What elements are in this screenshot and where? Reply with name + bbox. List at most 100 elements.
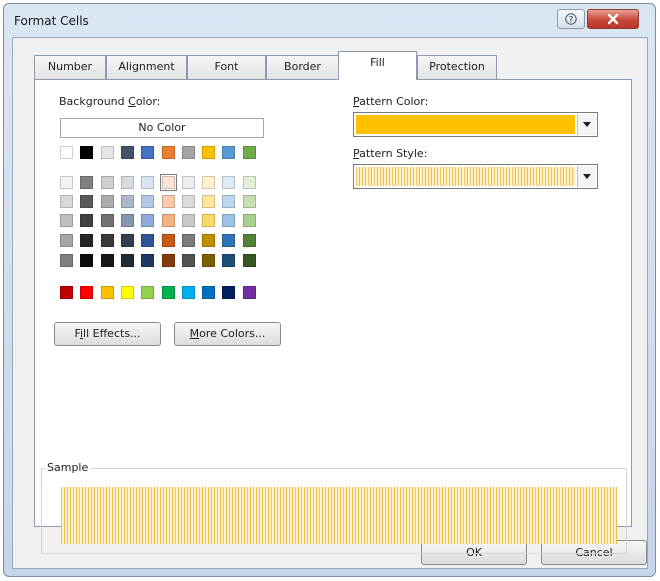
color-swatch-tint1-6[interactable] [160, 174, 177, 191]
color-swatch-tint2-10[interactable] [243, 195, 256, 208]
color-swatch-standard-3[interactable] [101, 286, 114, 299]
pattern-style-label: Pattern Style: [353, 147, 428, 160]
color-swatch-standard-4[interactable] [121, 286, 134, 299]
color-swatch-theme-8[interactable] [202, 146, 215, 159]
dialog-client-area: Number Alignment Font Border Fill Protec… [12, 37, 648, 569]
color-swatch-tint5-3[interactable] [101, 254, 114, 267]
help-button[interactable]: ? [557, 9, 585, 29]
color-swatch-tint2-9[interactable] [222, 195, 235, 208]
close-icon [607, 13, 619, 25]
pattern-color-dropdown-arrow[interactable] [577, 114, 596, 135]
tab-border[interactable]: Border [266, 55, 339, 79]
color-swatch-tint5-5[interactable] [141, 254, 154, 267]
color-swatch-standard-1[interactable] [60, 286, 73, 299]
color-swatch-theme-5[interactable] [141, 146, 154, 159]
color-swatch-tint3-6[interactable] [162, 214, 175, 227]
color-swatch-tint1-5[interactable] [141, 176, 154, 189]
color-swatch-theme-1[interactable] [60, 146, 73, 159]
color-swatch-tint4-10[interactable] [243, 234, 256, 247]
color-swatch-tint5-7[interactable] [182, 254, 195, 267]
color-swatch-standard-8[interactable] [202, 286, 215, 299]
pattern-style-dropdown-arrow[interactable] [577, 166, 596, 187]
color-swatch-theme-2[interactable] [80, 146, 93, 159]
color-swatch-tint1-4[interactable] [121, 176, 134, 189]
color-swatch-tint4-1[interactable] [60, 234, 73, 247]
svg-text:?: ? [569, 16, 574, 26]
color-swatch-standard-9[interactable] [222, 286, 235, 299]
color-swatch-tint3-8[interactable] [202, 214, 215, 227]
pattern-style-dropdown[interactable] [353, 164, 598, 189]
chevron-down-icon [583, 122, 591, 127]
sample-preview [61, 487, 617, 544]
color-swatch-standard-5[interactable] [141, 286, 154, 299]
color-swatch-tint2-1[interactable] [60, 195, 73, 208]
tab-protection[interactable]: Protection [417, 55, 497, 79]
chevron-down-icon [583, 174, 591, 179]
color-swatch-tint2-3[interactable] [101, 195, 114, 208]
pattern-style-swatch [356, 167, 575, 186]
color-swatch-tint3-4[interactable] [121, 214, 134, 227]
color-swatch-tint1-9[interactable] [222, 176, 235, 189]
color-swatch-tint1-7[interactable] [182, 176, 195, 189]
color-swatch-tint2-5[interactable] [141, 195, 154, 208]
color-swatch-tint4-9[interactable] [222, 234, 235, 247]
sample-label: Sample [45, 461, 91, 474]
color-swatch-tint5-9[interactable] [222, 254, 235, 267]
dialog-title: Format Cells [14, 14, 89, 28]
color-swatch-theme-6[interactable] [162, 146, 175, 159]
color-swatch-tint4-2[interactable] [80, 234, 93, 247]
color-swatch-tint1-3[interactable] [101, 176, 114, 189]
color-swatch-tint3-2[interactable] [80, 214, 93, 227]
color-swatch-tint1-8[interactable] [202, 176, 215, 189]
color-swatch-tint3-7[interactable] [182, 214, 195, 227]
color-swatch-tint5-1[interactable] [60, 254, 73, 267]
color-swatch-tint4-8[interactable] [202, 234, 215, 247]
tab-fill[interactable]: Fill [338, 51, 417, 80]
more-colors-button[interactable]: More Colors... [174, 322, 281, 346]
tab-number[interactable]: Number [34, 55, 106, 79]
color-swatch-tint1-2[interactable] [80, 176, 93, 189]
color-swatch-standard-6[interactable] [162, 286, 175, 299]
color-swatch-tint4-5[interactable] [141, 234, 154, 247]
color-swatch-tint4-7[interactable] [182, 234, 195, 247]
color-swatch-tint2-6[interactable] [162, 195, 175, 208]
title-bar: Format Cells ? [4, 4, 655, 38]
pattern-color-swatch [356, 115, 575, 134]
color-swatch-theme-3[interactable] [101, 146, 114, 159]
pattern-color-dropdown[interactable] [353, 112, 598, 137]
color-swatch-tint4-4[interactable] [121, 234, 134, 247]
tab-alignment[interactable]: Alignment [106, 55, 187, 79]
color-swatch-standard-7[interactable] [182, 286, 195, 299]
tab-font[interactable]: Font [187, 55, 266, 79]
color-swatch-standard-10[interactable] [243, 286, 256, 299]
color-swatch-theme-7[interactable] [182, 146, 195, 159]
color-swatch-tint2-2[interactable] [80, 195, 93, 208]
color-swatch-theme-4[interactable] [121, 146, 134, 159]
color-swatch-tint3-10[interactable] [243, 214, 256, 227]
color-swatch-tint5-4[interactable] [121, 254, 134, 267]
no-color-button[interactable]: No Color [60, 118, 264, 138]
color-swatch-tint2-4[interactable] [121, 195, 134, 208]
color-swatch-tint2-7[interactable] [182, 195, 195, 208]
close-button[interactable] [587, 9, 639, 29]
color-swatch-tint3-3[interactable] [101, 214, 114, 227]
color-swatch-tint5-2[interactable] [80, 254, 93, 267]
color-swatch-theme-10[interactable] [243, 146, 256, 159]
color-swatch-tint3-1[interactable] [60, 214, 73, 227]
color-swatch-tint1-1[interactable] [60, 176, 73, 189]
fill-effects-button[interactable]: Fill Effects... [54, 322, 161, 346]
color-swatch-tint2-8[interactable] [202, 195, 215, 208]
color-swatch-tint1-10[interactable] [243, 176, 256, 189]
color-swatch-tint3-9[interactable] [222, 214, 235, 227]
color-swatch-tint4-3[interactable] [101, 234, 114, 247]
background-color-label: Background Color: [59, 95, 161, 108]
color-swatch-tint5-8[interactable] [202, 254, 215, 267]
color-swatch-tint3-5[interactable] [141, 214, 154, 227]
color-swatch-tint5-10[interactable] [243, 254, 256, 267]
format-cells-dialog: Format Cells ? Number Alignment Font Bor… [3, 3, 656, 577]
color-swatch-standard-2[interactable] [80, 286, 93, 299]
color-swatch-tint4-6[interactable] [162, 234, 175, 247]
help-icon: ? [565, 13, 577, 26]
color-swatch-tint5-6[interactable] [162, 254, 175, 267]
color-swatch-theme-9[interactable] [222, 146, 235, 159]
